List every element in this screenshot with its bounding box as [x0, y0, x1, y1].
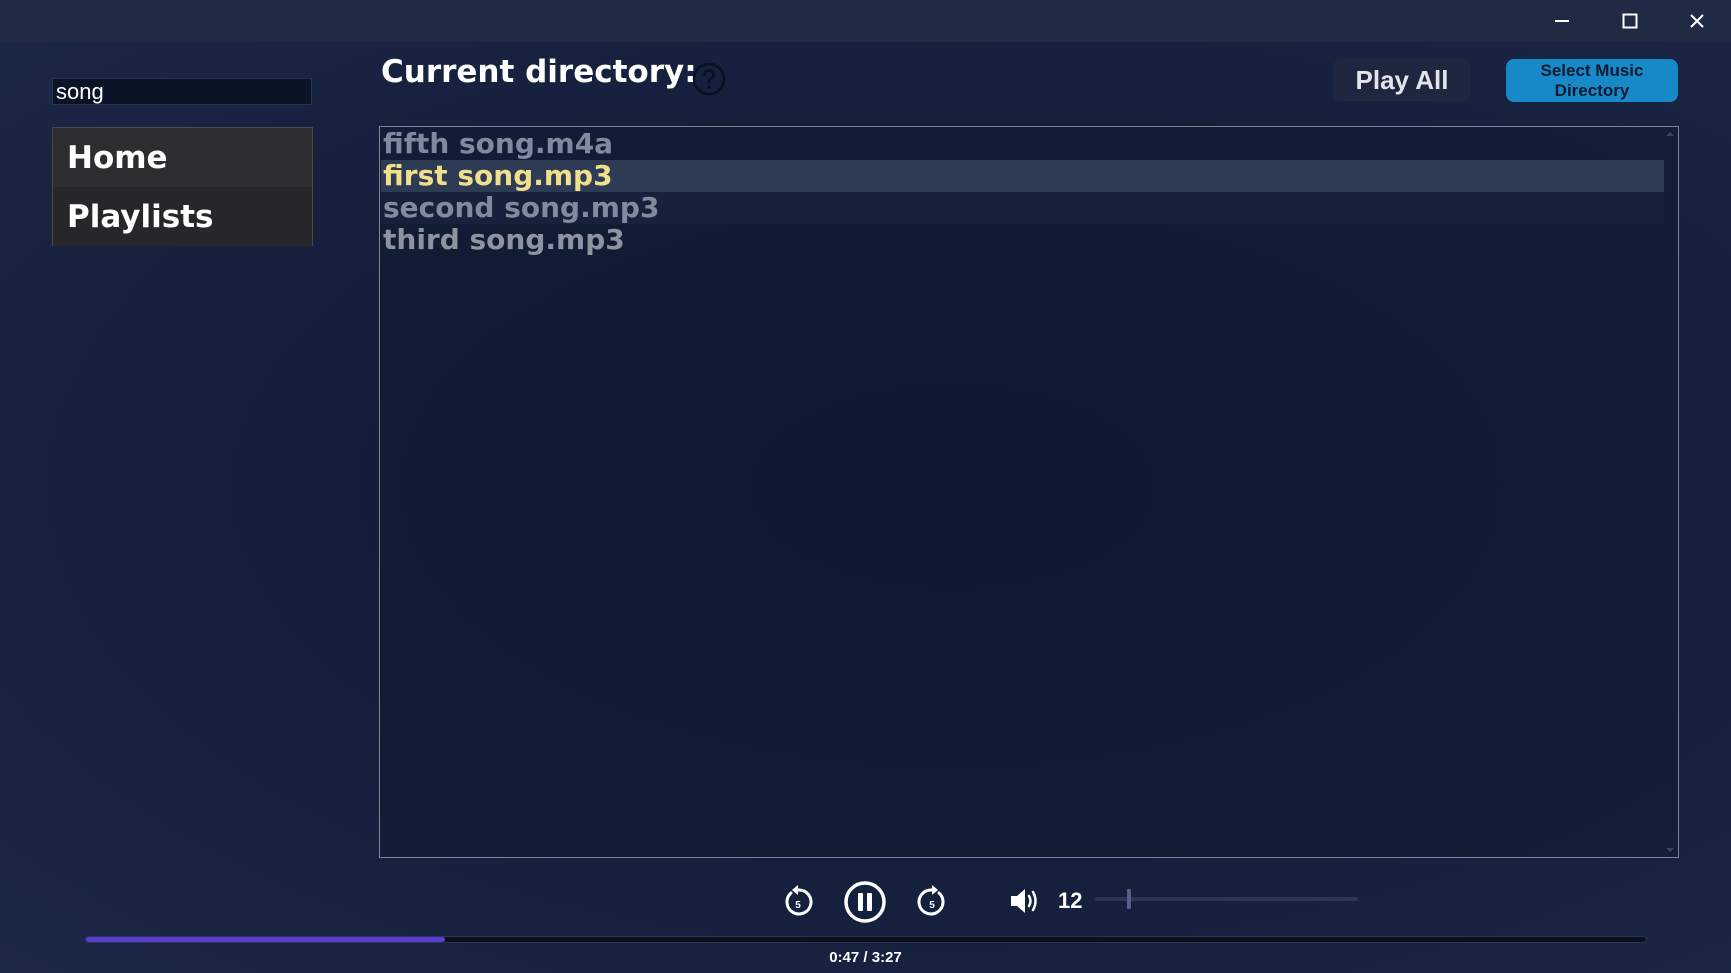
seek-bar[interactable]: [85, 936, 1647, 943]
scroll-up-arrow[interactable]: [1666, 132, 1674, 136]
file-row[interactable]: fifth song.m4a: [381, 128, 1664, 160]
svg-text:5: 5: [929, 900, 935, 911]
minimize-icon[interactable]: [1532, 0, 1592, 42]
rewind-5-icon[interactable]: 5: [782, 884, 814, 918]
scroll-down-arrow[interactable]: [1666, 848, 1674, 852]
seek-bar-fill: [86, 937, 445, 942]
play-all-button[interactable]: Play All: [1333, 59, 1471, 101]
file-row[interactable]: second song.mp3: [381, 192, 1664, 224]
file-row-selected[interactable]: first song.mp3: [381, 160, 1664, 192]
playback-time: 0:47 / 3:27: [829, 949, 902, 966]
sidebar-nav: Home Playlists: [52, 127, 313, 246]
file-list[interactable]: fifth song.m4a first song.mp3 second son…: [379, 126, 1679, 858]
window-titlebar: [0, 0, 1731, 42]
nav-item-home[interactable]: Home: [53, 128, 312, 187]
close-icon[interactable]: [1667, 0, 1727, 42]
pause-icon[interactable]: [843, 880, 887, 924]
file-row[interactable]: third song.mp3: [381, 224, 1664, 256]
volume-icon[interactable]: [1009, 886, 1043, 916]
nav-item-playlists[interactable]: Playlists: [53, 187, 312, 246]
forward-5-icon[interactable]: 5: [916, 884, 948, 918]
select-music-directory-button[interactable]: Select Music Directory: [1506, 59, 1678, 102]
maximize-icon[interactable]: [1600, 0, 1660, 42]
volume-slider-thumb[interactable]: [1126, 889, 1131, 909]
search-input[interactable]: [52, 78, 312, 105]
volume-slider[interactable]: [1095, 889, 1358, 909]
volume-value: 12: [1058, 888, 1083, 913]
svg-text:5: 5: [795, 900, 801, 911]
current-directory-label: Current directory:: [381, 54, 697, 90]
question-circle-icon[interactable]: [692, 62, 726, 96]
